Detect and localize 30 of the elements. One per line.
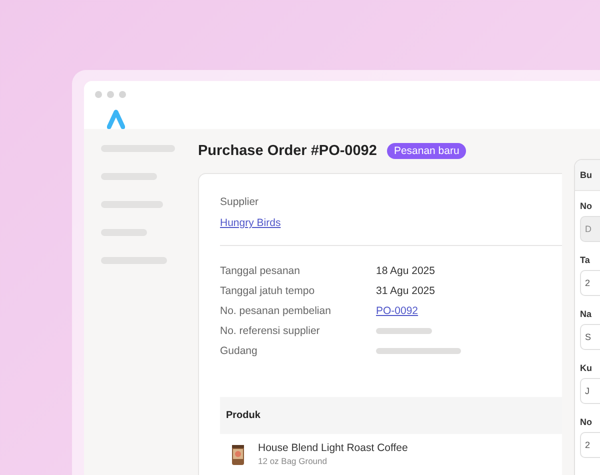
detail-value: 31 Agu 2025 bbox=[376, 284, 435, 296]
table-header: Produk bbox=[220, 397, 562, 434]
detail-label: No. pesanan pembelian bbox=[220, 304, 332, 316]
window-dot bbox=[119, 91, 126, 98]
input-field[interactable]: S bbox=[580, 324, 600, 350]
field-label: Ta bbox=[580, 255, 591, 265]
product-variant: 12 oz Bag Ground bbox=[258, 456, 328, 466]
detail-label: Tanggal pesanan bbox=[220, 264, 301, 276]
field-label: Ku bbox=[580, 363, 593, 373]
input-field[interactable]: 2 bbox=[580, 270, 600, 296]
page-title: Purchase Order #PO-0092 bbox=[198, 143, 377, 159]
field-label: No bbox=[580, 417, 593, 427]
product-name: House Blend Light Roast Coffee bbox=[258, 442, 408, 454]
detail-label: Gudang bbox=[220, 344, 258, 356]
field-label: Na bbox=[580, 309, 593, 319]
value-placeholder bbox=[376, 328, 432, 334]
input-field[interactable]: J bbox=[580, 378, 600, 404]
window-dot bbox=[107, 91, 114, 98]
detail-label: No. referensi supplier bbox=[220, 324, 321, 336]
status-badge: Pesanan baru bbox=[386, 143, 466, 159]
supplier-link[interactable]: Hungry Birds bbox=[220, 217, 562, 229]
input-field[interactable]: 2 bbox=[580, 432, 600, 458]
panel-title: Bu bbox=[575, 160, 600, 191]
window-dot bbox=[95, 91, 102, 98]
supplier-label: Supplier bbox=[220, 196, 260, 208]
order-number-link[interactable]: PO-0092 bbox=[376, 304, 418, 316]
logo-icon bbox=[107, 109, 125, 129]
detail-value: 18 Agu 2025 bbox=[376, 264, 435, 276]
field-label: No bbox=[580, 201, 593, 211]
detail-label: Tanggal jatuh tempo bbox=[220, 284, 316, 296]
